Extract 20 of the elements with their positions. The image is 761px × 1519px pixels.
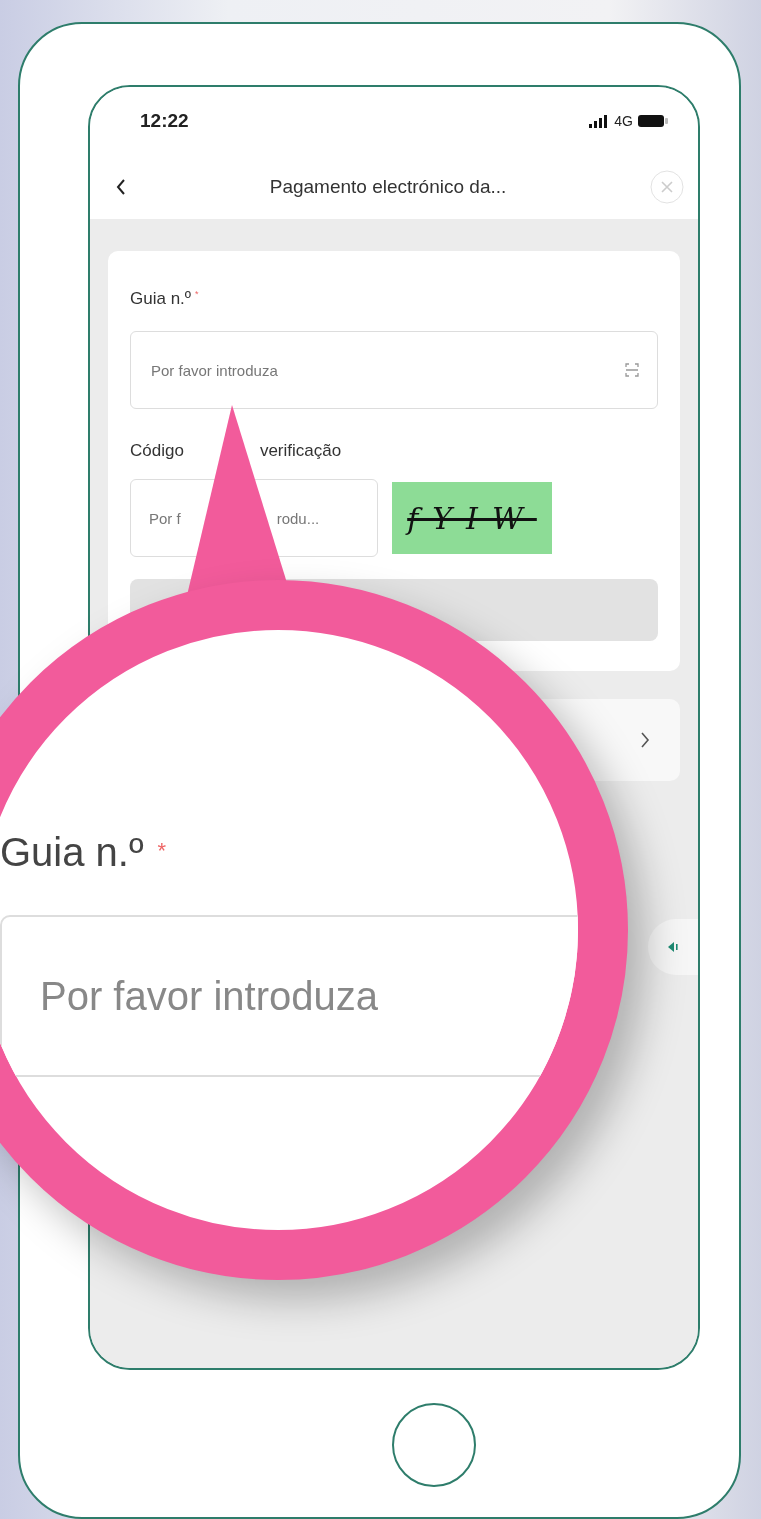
speaker-icon [667, 941, 679, 953]
required-mark: * [195, 289, 199, 299]
field-label: Guia n.º [130, 289, 192, 309]
placeholder-text: rodu... [276, 509, 320, 527]
captcha-image[interactable]: fYIW [392, 482, 552, 554]
field-label: verificação [259, 441, 342, 461]
status-time: 12:22 [140, 110, 189, 132]
signal-icon [589, 114, 610, 128]
input-field[interactable]: Por favor introduza [0, 915, 578, 1077]
page-title: Pagamento electrónico da... [268, 176, 508, 198]
battery-icon [638, 114, 668, 128]
field-label: Código [130, 441, 184, 461]
back-icon[interactable] [116, 178, 126, 196]
required-mark: * [157, 838, 167, 864]
chevron-icon[interactable] [640, 731, 650, 749]
field-label: Guia n.º [0, 830, 144, 875]
input-field[interactable]: Por favor introduza [149, 360, 615, 380]
network-label: 4G [614, 113, 633, 129]
home-button[interactable] [392, 1403, 476, 1487]
placeholder-text: Por f [149, 509, 181, 527]
